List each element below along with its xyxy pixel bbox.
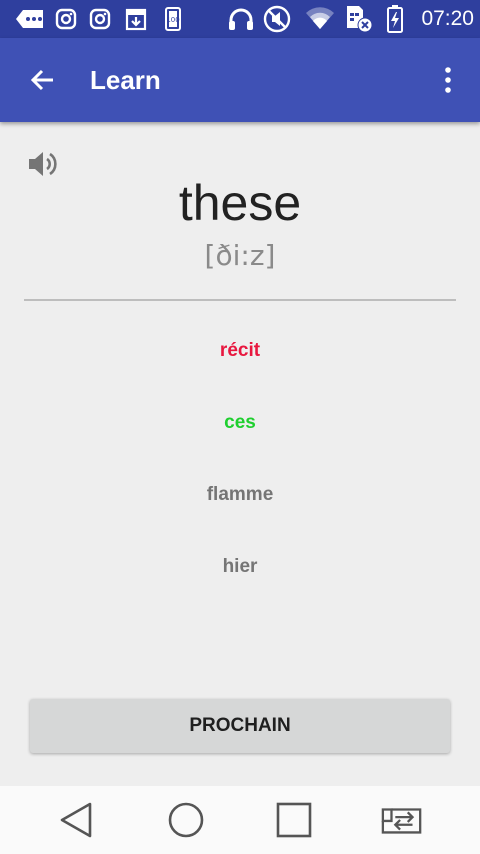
back-button[interactable] [22, 60, 62, 100]
next-button[interactable]: PROCHAIN [30, 699, 450, 753]
mute-icon [262, 5, 292, 33]
instagram-icon [54, 7, 78, 31]
nav-back-button[interactable] [54, 800, 98, 840]
chat-more-icon [14, 7, 46, 31]
instagram-icon [88, 7, 112, 31]
battery-100-icon: 100 [160, 7, 186, 31]
app-bar: Learn [0, 38, 480, 122]
nav-bar [0, 786, 480, 854]
battery-charging-icon [384, 5, 406, 33]
arrow-left-icon [30, 69, 53, 91]
status-bar: 100 07:20 [0, 0, 480, 38]
more-vertical-icon [445, 67, 451, 93]
nav-home-button[interactable] [164, 800, 208, 840]
divider [24, 299, 456, 301]
answer-option[interactable]: récit [90, 326, 390, 376]
nav-recents-button[interactable] [272, 800, 316, 840]
answer-option[interactable]: flamme [90, 470, 390, 520]
word-text: these [178, 175, 302, 231]
svg-text:100: 100 [166, 16, 179, 24]
home-circle-icon [168, 802, 204, 838]
overflow-menu-button[interactable] [436, 60, 460, 100]
status-time: 07:20 [421, 7, 474, 30]
page-title: Learn [90, 65, 161, 95]
switch-app-icon [381, 808, 422, 834]
sim-no-signal-icon [344, 6, 374, 33]
answer-option[interactable]: ces [90, 398, 390, 448]
headphones-icon [226, 7, 256, 31]
back-triangle-icon [60, 802, 92, 838]
phonetic-text: [ði:z] [204, 239, 276, 272]
wifi-icon [304, 7, 336, 31]
recents-square-icon [276, 802, 312, 838]
answer-option[interactable]: hier [90, 542, 390, 592]
nav-switch-app-button[interactable] [380, 800, 424, 840]
download-icon [124, 7, 148, 31]
